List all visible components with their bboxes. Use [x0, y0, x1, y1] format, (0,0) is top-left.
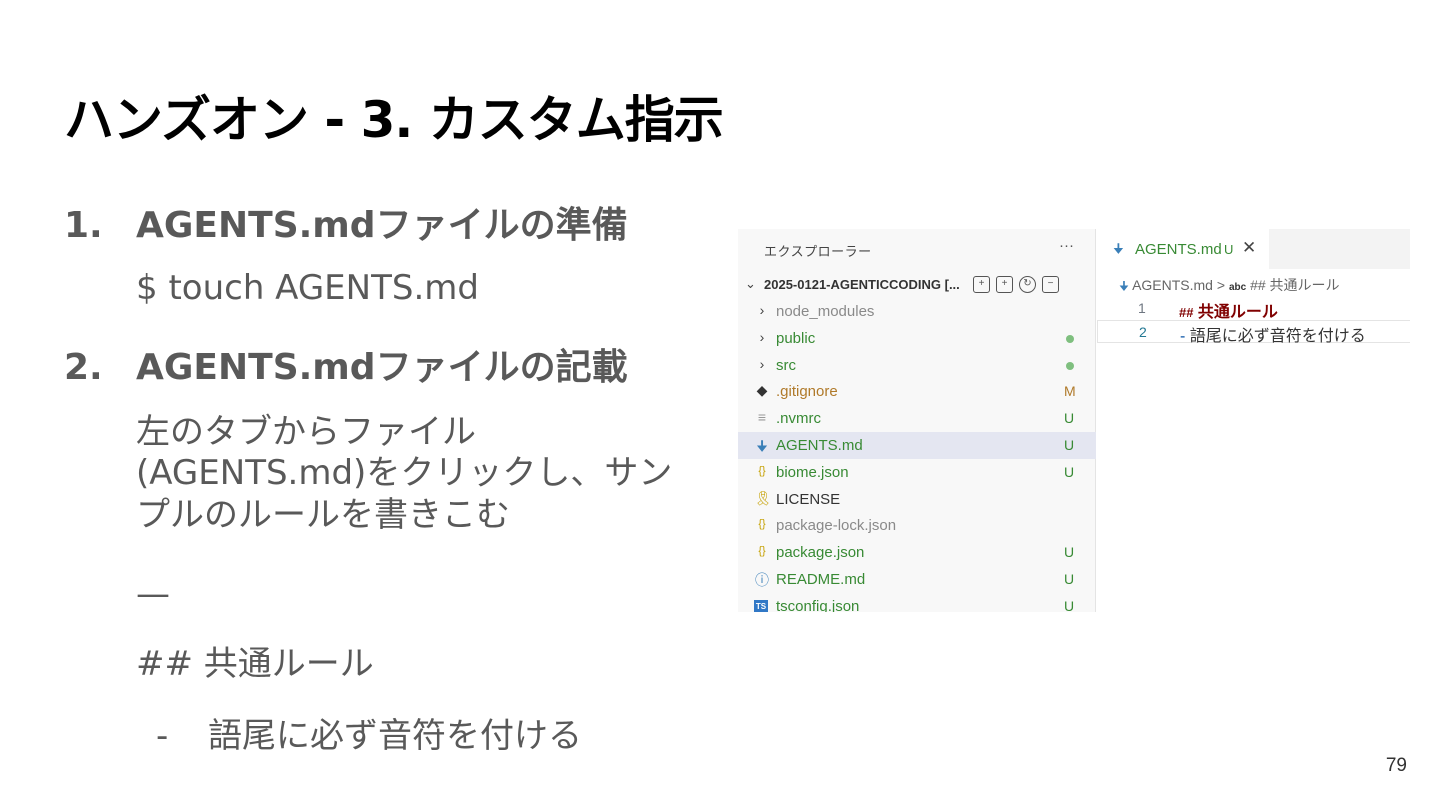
breadcrumb-separator: >	[1216, 277, 1226, 293]
command-text: $ touch AGENTS.md	[136, 268, 479, 308]
description-line: (AGENTS.md)をクリックし、サン	[136, 453, 673, 494]
file-tree-item[interactable]: {} package-lock.json	[738, 512, 1096, 539]
more-actions-icon[interactable]: ···	[1059, 237, 1074, 254]
markdown-icon: 🠋	[1119, 279, 1129, 293]
file-tree-label: node_modules	[776, 303, 875, 320]
rule-heading: ## 共通ルール	[136, 644, 374, 684]
file-tree-item[interactable]: › node_modules	[738, 298, 1096, 325]
breadcrumb-file[interactable]: AGENTS.md	[1132, 277, 1213, 293]
modified-dot-icon	[1066, 361, 1074, 370]
lines-icon: ≡	[757, 409, 767, 426]
json-icon: {}	[758, 518, 766, 531]
explorer-header: エクスプローラー ···	[738, 229, 1096, 271]
json-icon: {}	[758, 464, 766, 477]
git-status-badge: U	[1064, 437, 1075, 453]
project-folder-row[interactable]: ⌄ 2025-0121-AGENTICCODING [... + + ↻ −	[738, 272, 1096, 298]
chevron-right-icon: ›	[759, 302, 765, 318]
step-number: 1.	[64, 205, 103, 246]
code-line[interactable]: 1 ## 共通ルール	[1097, 297, 1410, 321]
step-title: AGENTS.mdファイルの記載	[136, 347, 628, 388]
code-list-item: - 語尾に必ず音符を付ける	[1180, 328, 1366, 345]
refresh-icon[interactable]: ↻	[1019, 276, 1036, 293]
git-status-badge: U	[1064, 410, 1075, 427]
typescript-icon: TS	[754, 599, 768, 612]
explorer-panel: エクスプローラー ··· ⌄ 2025-0121-AGENTICCODING […	[738, 229, 1096, 612]
file-tree-label: AGENTS.md	[776, 437, 863, 454]
chevron-down-icon: ⌄	[745, 276, 756, 291]
file-tree-label: src	[776, 356, 796, 374]
license-icon: 🎗	[754, 489, 772, 506]
git-status-badge: U	[1064, 597, 1075, 612]
rule-bullet: -	[156, 716, 169, 756]
git-icon: ◆	[756, 382, 768, 399]
file-tree-item[interactable]: {} package.json U	[738, 539, 1096, 566]
info-icon: ⓘ	[755, 572, 769, 588]
markdown-icon: 🠋	[1113, 241, 1124, 256]
file-tree-label: biome.json	[776, 463, 849, 481]
file-tree-item[interactable]: 🎗 LICENSE	[738, 486, 1096, 513]
file-tree-item[interactable]: 🠋 AGENTS.md U	[738, 432, 1096, 459]
tab-status: U	[1224, 242, 1234, 257]
git-status-badge: U	[1064, 571, 1075, 587]
explorer-title: エクスプローラー	[764, 244, 872, 259]
breadcrumb-heading[interactable]: ## 共通ルール	[1250, 277, 1339, 293]
rule-text: 語尾に必ず音符を付ける	[208, 716, 582, 756]
vscode-screenshot: エクスプローラー ··· ⌄ 2025-0121-AGENTICCODING […	[738, 229, 1410, 612]
symbol-string-icon: abc	[1228, 282, 1247, 293]
file-tree-label: package-lock.json	[776, 517, 897, 535]
file-tree-label: .gitignore	[776, 383, 838, 401]
explorer-toolbar: + + ↻ −	[973, 276, 1059, 293]
step-1: 1. AGENTS.mdファイルの準備	[64, 196, 628, 248]
step-2: 2. AGENTS.mdファイルの記載	[64, 338, 628, 390]
code-heading: ## 共通ルール	[1179, 304, 1278, 321]
file-tree-item[interactable]: ⓘ README.md U	[738, 566, 1096, 593]
page-number: 79	[1385, 755, 1407, 776]
chevron-right-icon: ›	[759, 328, 765, 345]
tab-agents-md[interactable]: 🠋 AGENTS.md U ✕	[1097, 229, 1269, 269]
description-line: 左のタブからファイル	[136, 412, 476, 452]
git-status-badge: U	[1064, 544, 1075, 561]
file-tree-item[interactable]: ◆ .gitignore M	[738, 378, 1096, 405]
file-tree-label: README.md	[776, 571, 866, 588]
step-number: 2.	[64, 347, 103, 388]
modified-dot-icon	[1066, 334, 1074, 343]
git-status-badge: M	[1064, 383, 1076, 400]
file-tree-item[interactable]: {} biome.json U	[738, 459, 1096, 486]
file-tree-label: tsconfig.json	[776, 597, 860, 612]
rule-item: - 語尾に必ず音符を付ける	[156, 716, 582, 757]
project-name: 2025-0121-AGENTICCODING [...	[764, 277, 960, 292]
file-tree-item[interactable]: TS tsconfig.json U	[738, 593, 1096, 612]
slide-title: ハンズオン - 3. カスタム指示	[64, 91, 724, 149]
file-tree-item[interactable]: › public	[738, 325, 1096, 352]
step-description: 左のタブからファイル (AGENTS.md)をクリックし、サン プルのルールを書…	[136, 412, 672, 536]
file-tree-label: public	[776, 329, 816, 347]
file-tree-label: LICENSE	[776, 490, 841, 508]
file-tree-item[interactable]: ≡ .nvmrc U	[738, 405, 1096, 432]
separator: —	[136, 574, 170, 614]
line-number: 1	[1138, 300, 1146, 316]
new-folder-icon[interactable]: +	[996, 276, 1013, 293]
close-icon[interactable]: ✕	[1242, 238, 1256, 258]
file-tree-item[interactable]: › src	[738, 352, 1096, 379]
chevron-right-icon: ›	[759, 355, 765, 372]
step-title: AGENTS.mdファイルの準備	[136, 205, 628, 246]
json-icon: {}	[758, 545, 766, 558]
file-tree-label: .nvmrc	[776, 410, 821, 428]
git-status-badge: U	[1064, 463, 1075, 480]
tab-strip: 🠋 AGENTS.md U ✕	[1097, 229, 1410, 269]
tab-label: AGENTS.md	[1135, 241, 1222, 258]
breadcrumb: 🠋 AGENTS.md > abc ## 共通ルール	[1119, 275, 1340, 298]
line-number: 2	[1139, 324, 1147, 340]
file-tree-label: package.json	[776, 544, 865, 562]
code-line[interactable]: 2 - 語尾に必ず音符を付ける	[1097, 320, 1410, 345]
editor-panel: 🠋 AGENTS.md U ✕ 🠋 AGENTS.md > abc ## 共通ル…	[1097, 229, 1410, 612]
description-line: プルのルールを書きこむ	[136, 494, 510, 535]
new-file-icon[interactable]: +	[973, 276, 990, 293]
markdown-icon: 🠋	[756, 438, 768, 454]
collapse-all-icon[interactable]: −	[1042, 276, 1059, 293]
